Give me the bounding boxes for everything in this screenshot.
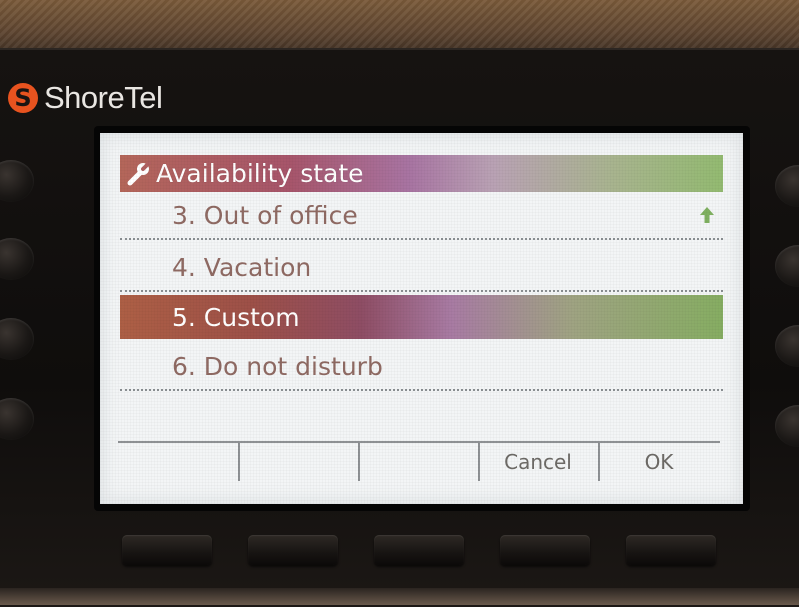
screen-title-bar: Availability state (120, 155, 723, 192)
ok-softkey[interactable]: OK (598, 441, 720, 481)
phone-bottom-edge (0, 588, 799, 605)
softkey-button-2[interactable] (248, 535, 338, 565)
menu-item-do-not-disturb[interactable]: 6. Do not disturb (120, 343, 723, 391)
softkey-label-2[interactable] (238, 441, 358, 481)
wrench-icon (127, 160, 151, 185)
softkey-label-3[interactable] (358, 441, 478, 481)
softkey-label-row: Cancel OK (118, 441, 722, 485)
menu-item-label: 6. Do not disturb (172, 351, 383, 381)
softkey-label-1[interactable] (118, 441, 238, 481)
up-arrow-icon (700, 207, 714, 223)
menu-item-label: 3. Out of office (172, 200, 358, 230)
shoretel-logo-icon: S (8, 83, 38, 113)
cancel-softkey[interactable]: Cancel (478, 441, 598, 481)
menu-item-label: 4. Vacation (172, 252, 312, 282)
menu-item-custom[interactable]: 5. Custom (120, 295, 723, 339)
menu-item-out-of-office[interactable]: 3. Out of office (120, 192, 723, 240)
screen-title: Availability state (156, 159, 364, 188)
lcd-screen: Availability state 3. Out of office 4. V… (100, 133, 743, 504)
softkey-button-cancel[interactable] (500, 535, 590, 565)
brand-name: ShoreTel (44, 80, 163, 115)
menu-item-vacation[interactable]: 4. Vacation (120, 244, 723, 292)
menu-item-label: 5. Custom (172, 302, 300, 332)
brand: S ShoreTel (8, 80, 163, 116)
softkey-button-3[interactable] (374, 535, 464, 565)
softkey-button-ok[interactable] (626, 535, 716, 565)
softkey-button-1[interactable] (122, 535, 212, 565)
